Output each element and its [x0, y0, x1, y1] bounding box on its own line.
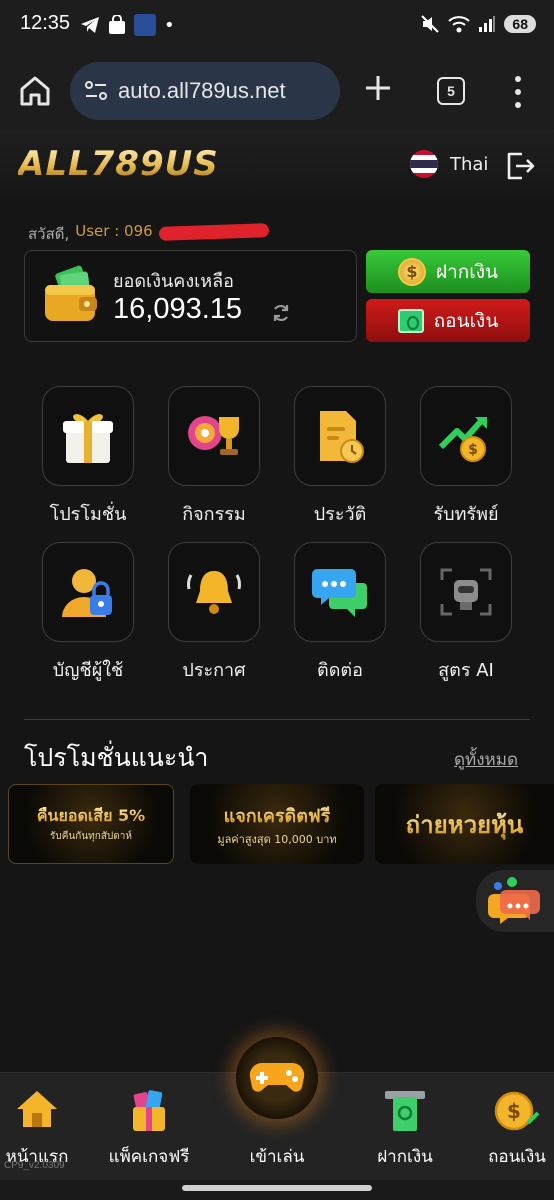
menu-item-ai-formula[interactable]: สูตร AI — [406, 542, 526, 692]
banner-title: คืนยอดเสีย 5% — [37, 804, 145, 829]
gift-box-icon — [133, 1090, 165, 1131]
bottom-navigation: หน้าแรก แพ็คเกจฟรี เข้าเล่น ฝากเงิน $ ถอ… — [0, 1037, 554, 1180]
history-document-icon — [320, 411, 364, 463]
money-growth-icon: $ — [438, 416, 487, 462]
svg-text:$: $ — [468, 442, 478, 458]
home-icon[interactable] — [18, 74, 52, 108]
status-bar: 12:35 • 68 — [0, 0, 554, 52]
nav-label: เข้าเล่น — [249, 1147, 305, 1167]
balance-card: ยอดเงินคงเหลือ 16,093.15 — [24, 250, 357, 342]
svg-text:$: $ — [507, 1099, 521, 1123]
robot-icon — [440, 568, 492, 616]
language-selector[interactable]: Thai — [410, 150, 488, 178]
gesture-handle[interactable] — [182, 1185, 372, 1191]
cash-icon — [397, 308, 424, 333]
banner-subtitle: รับคืนกันทุกสัปดาห์ — [50, 831, 132, 842]
site-header: ALL789US Thai — [0, 130, 554, 200]
chat-support-icon — [488, 877, 540, 924]
menu-label: รับทรัพย์ — [433, 504, 499, 525]
nav-label: ถอนเงิน — [488, 1147, 546, 1167]
gift-icon — [63, 414, 113, 463]
new-tab-icon[interactable] — [362, 72, 394, 104]
chat-bubbles-icon — [312, 569, 367, 617]
nav-deposit[interactable]: ฝากเงิน — [350, 1073, 460, 1173]
home-house-icon — [17, 1091, 57, 1127]
status-time: 12:35 — [20, 12, 71, 34]
url-text[interactable]: auto.all789us.net — [118, 78, 286, 104]
bell-icon — [187, 571, 241, 614]
thai-flag-icon — [410, 150, 438, 178]
coin-icon: $ — [397, 257, 426, 286]
section-divider — [24, 719, 530, 720]
nav-home[interactable]: หน้าแรก — [0, 1073, 92, 1173]
mute-icon — [421, 15, 440, 33]
wifi-icon — [448, 16, 471, 33]
balance-value: 16,093.15 — [113, 293, 243, 325]
menu-label: สูตร AI — [438, 660, 494, 681]
trophy-wheel-icon — [188, 416, 239, 455]
deposit-cash-icon — [385, 1091, 425, 1131]
browser-menu-icon[interactable] — [510, 76, 526, 108]
nav-label: แพ็คเกจฟรี — [108, 1147, 190, 1167]
address-bar[interactable]: auto.all789us.net — [70, 62, 340, 120]
redaction-mark — [158, 223, 269, 241]
deposit-label: ฝากเงิน — [435, 260, 499, 283]
site-settings-icon[interactable] — [84, 80, 108, 102]
user-id: User : 096 — [75, 222, 153, 240]
menu-item-earnings[interactable]: $ รับทรัพย์ — [406, 386, 526, 536]
balance-label: ยอดเงินคงเหลือ — [113, 271, 234, 292]
logout-icon[interactable] — [504, 150, 536, 182]
withdraw-coin-icon: $ — [494, 1091, 540, 1131]
menu-item-account[interactable]: บัญชีผู้ใช้ — [28, 542, 148, 692]
browser-toolbar: auto.all789us.net 5 — [0, 52, 554, 130]
notification-dot: • — [164, 14, 175, 36]
signal-icon — [479, 16, 496, 32]
see-all-link[interactable]: ดูทั้งหมด — [454, 746, 518, 773]
floating-chat-button[interactable] — [476, 870, 554, 932]
menu-item-promotion[interactable]: โปรโมชั่น — [28, 386, 148, 536]
user-greeting: สวัสดี, User : 096 — [28, 222, 269, 246]
promo-banner-cashback[interactable]: คืนยอดเสีย 5% รับคืนกันทุกสัปดาห์ — [8, 784, 174, 864]
menu-label: บัญชีผู้ใช้ — [52, 660, 124, 681]
nav-label: ฝากเงิน — [377, 1147, 433, 1167]
banner-subtitle: มูลค่าสูงสุด 10,000 บาท — [217, 832, 337, 846]
wallet-icon — [45, 265, 97, 321]
shopping-bag-icon — [109, 15, 125, 34]
banner-title: ถ่ายหวยหุ้น — [406, 805, 524, 844]
banner-title: แจกเครดิตฟรี — [224, 801, 331, 830]
menu-label: โปรโมชั่น — [49, 504, 127, 525]
menu-label: ประกาศ — [182, 660, 246, 681]
nav-play[interactable]: เข้าเล่น — [222, 1037, 332, 1173]
menu-label: ติดต่อ — [317, 660, 363, 681]
withdraw-button[interactable]: ถอนเงิน — [366, 299, 530, 342]
app-thumbnail-icon — [134, 14, 156, 36]
menu-label: ประวัติ — [313, 504, 367, 525]
user-lock-icon — [62, 569, 112, 617]
menu-item-announcements[interactable]: ประกาศ — [154, 542, 274, 692]
nav-withdraw[interactable]: $ ถอนเงิน — [462, 1073, 554, 1173]
language-label: Thai — [450, 153, 489, 175]
menu-item-history[interactable]: ประวัติ — [280, 386, 400, 536]
menu-label: กิจกรรม — [182, 504, 246, 525]
promo-banner-free-credit[interactable]: แจกเครดิตฟรี มูลค่าสูงสุด 10,000 บาท — [190, 784, 364, 864]
site-logo[interactable]: ALL789US — [18, 144, 219, 184]
telegram-icon — [81, 17, 99, 33]
gamepad-icon — [249, 1062, 305, 1092]
promo-banner-stock-lottery[interactable]: ถ่ายหวยหุ้น — [375, 784, 554, 864]
play-button[interactable] — [236, 1037, 318, 1119]
refresh-icon[interactable] — [271, 303, 291, 323]
version-label: CP9_v2.0309 — [4, 1160, 65, 1171]
menu-item-contact[interactable]: ติดต่อ — [280, 542, 400, 692]
greeting-text: สวัสดี, — [28, 225, 70, 243]
battery-indicator: 68 — [504, 15, 536, 33]
promotions-heading: โปรโมชั่นแนะนำ — [24, 743, 209, 772]
deposit-button[interactable]: $ ฝากเงิน — [366, 250, 530, 293]
nav-free-packages[interactable]: แพ็คเกจฟรี — [94, 1073, 204, 1173]
tab-switcher-button[interactable]: 5 — [437, 77, 465, 105]
withdraw-label: ถอนเงิน — [433, 309, 499, 332]
menu-item-activities[interactable]: กิจกรรม — [154, 386, 274, 536]
